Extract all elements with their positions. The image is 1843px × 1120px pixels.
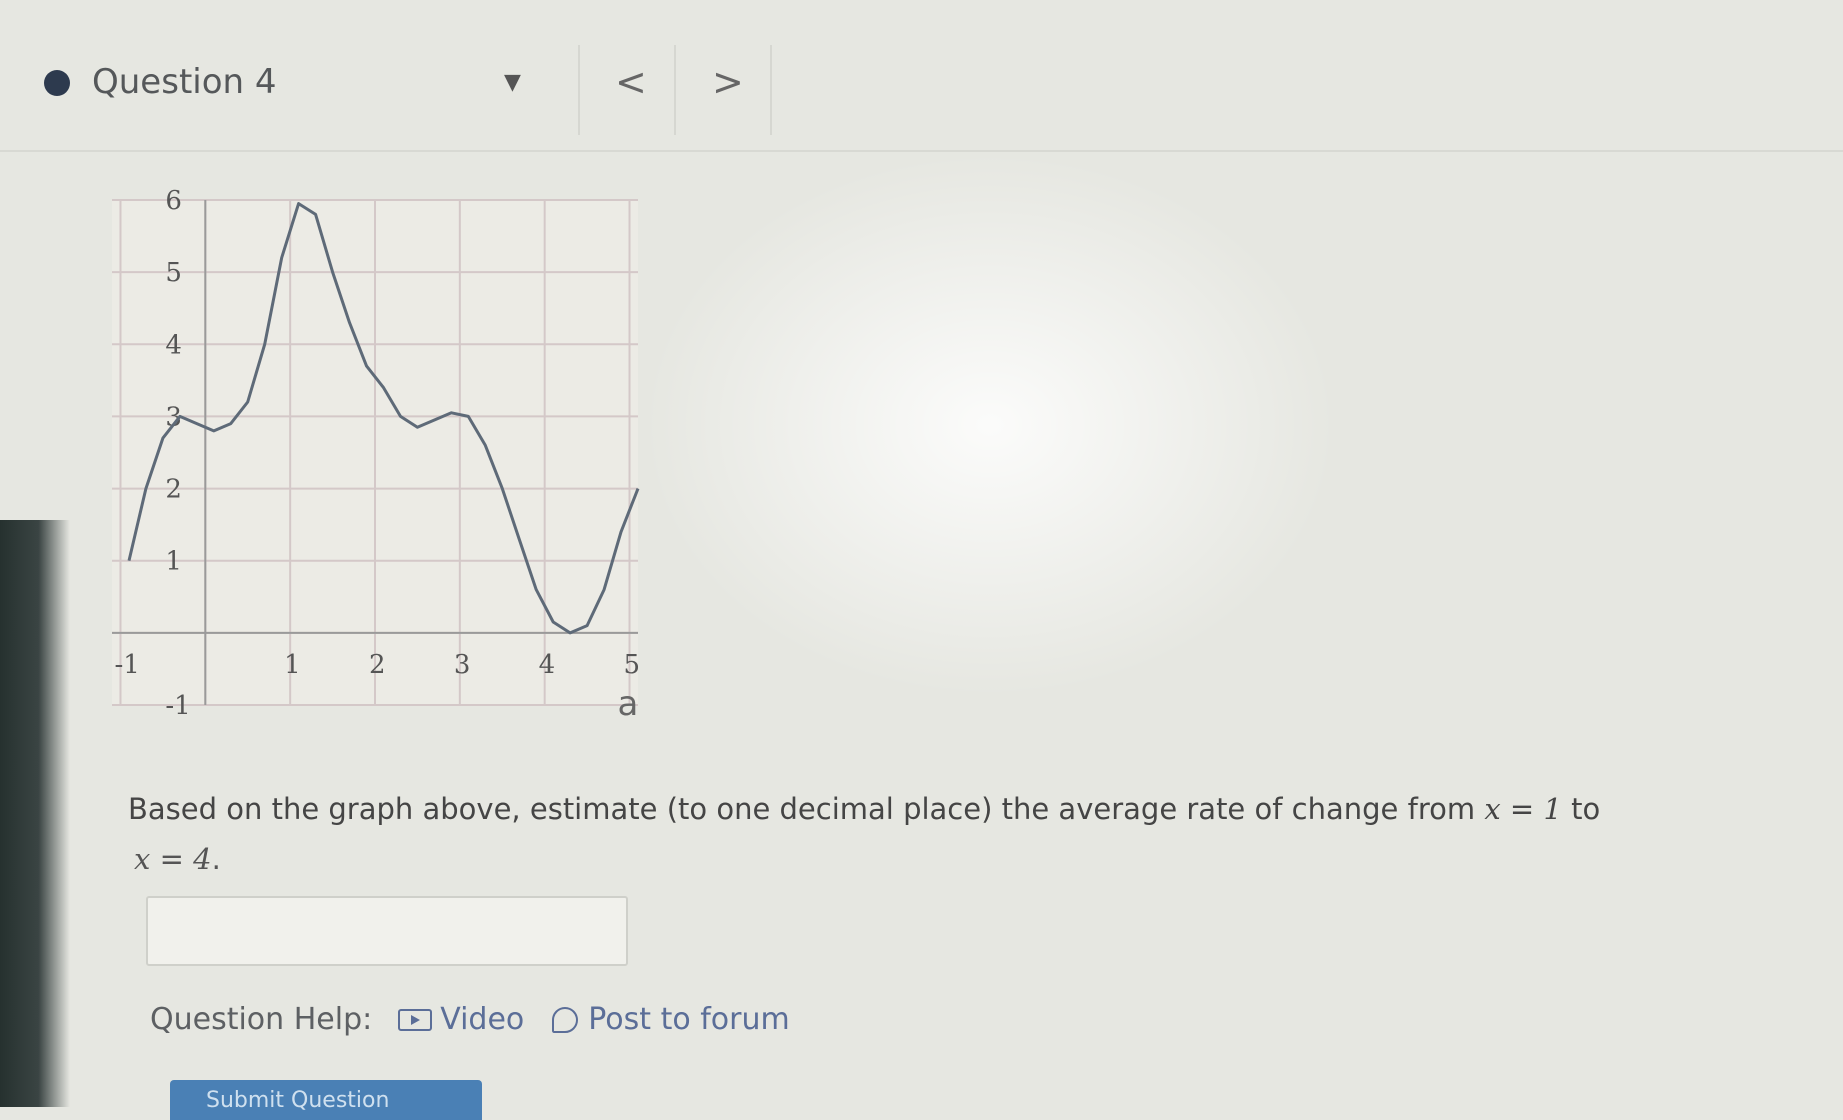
question-help-label: Question Help: bbox=[150, 1002, 373, 1037]
x-tick-label: 3 bbox=[454, 650, 471, 680]
next-question-button[interactable]: > bbox=[712, 60, 744, 104]
forum-link[interactable]: Post to forum bbox=[524, 1002, 790, 1037]
from-value: 1 bbox=[1543, 792, 1562, 826]
question-prompt-line2: x = 4. bbox=[134, 842, 221, 876]
x-variable: x bbox=[134, 842, 151, 876]
header-divider bbox=[578, 45, 580, 135]
to-word: to bbox=[1561, 792, 1601, 826]
question-header: Question 4 ▼ < > bbox=[0, 0, 1843, 152]
screen-glare bbox=[640, 150, 1340, 700]
forum-label: Post to forum bbox=[588, 1002, 790, 1037]
end-period: . bbox=[211, 842, 221, 876]
y-tick-label: -1 bbox=[165, 691, 190, 721]
y-tick-label: 2 bbox=[165, 475, 182, 505]
x-tick-label: -1 bbox=[114, 650, 139, 680]
chat-bubble-icon bbox=[552, 1006, 579, 1033]
x-tick-label: 2 bbox=[369, 650, 386, 680]
caret-down-icon[interactable]: ▼ bbox=[504, 70, 521, 95]
question-prompt: Based on the graph above, estimate (to o… bbox=[128, 792, 1600, 826]
video-icon bbox=[398, 1008, 433, 1031]
question-text: Based on the graph above, estimate (to o… bbox=[128, 792, 1485, 826]
question-help: Question Help: Video Post to forum bbox=[150, 1002, 790, 1037]
equals-sign: = bbox=[1500, 792, 1544, 826]
screen-bezel bbox=[0, 520, 70, 1107]
video-link[interactable]: Video bbox=[372, 1002, 524, 1037]
graph-container: -1 1 2 3 4 5 -1 1 2 3 4 5 6 a bbox=[100, 185, 660, 759]
submit-question-button[interactable]: Submit Question bbox=[170, 1080, 482, 1120]
x-tick-label: 5 bbox=[624, 650, 641, 680]
answer-input[interactable] bbox=[146, 896, 628, 966]
to-value: 4 bbox=[193, 842, 212, 876]
corner-annotation: a bbox=[618, 684, 639, 724]
y-tick-label: 6 bbox=[165, 186, 182, 216]
header-divider bbox=[674, 45, 676, 135]
x-variable: x bbox=[1484, 792, 1501, 826]
y-tick-label: 1 bbox=[165, 547, 182, 577]
y-tick-label: 4 bbox=[165, 330, 182, 360]
x-tick-label: 1 bbox=[284, 650, 301, 680]
equals-sign: = bbox=[150, 842, 194, 876]
status-dot-icon bbox=[44, 70, 70, 96]
x-tick-label: 4 bbox=[539, 650, 556, 680]
y-tick-label: 5 bbox=[165, 258, 182, 288]
previous-question-button[interactable]: < bbox=[615, 60, 647, 104]
header-divider bbox=[770, 45, 772, 135]
video-label: Video bbox=[440, 1002, 525, 1037]
function-graph: -1 1 2 3 4 5-1123456a bbox=[112, 186, 641, 724]
question-title[interactable]: Question 4 bbox=[92, 62, 277, 102]
